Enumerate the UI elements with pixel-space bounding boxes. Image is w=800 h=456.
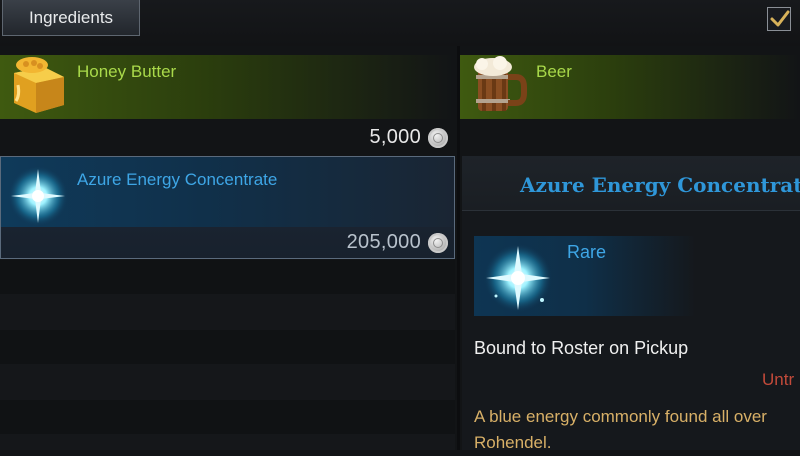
honey-butter-icon [14,57,64,113]
item-name: Honey Butter [77,62,177,81]
checkmark-icon [770,10,790,27]
list-item-azure-energy-concentrate[interactable]: Azure Energy Concentrate 205,000 [0,156,455,259]
tab-ingredients[interactable]: Ingredients [2,0,140,36]
top-bar: Ingredients [0,0,800,46]
filter-checkbox[interactable] [767,7,791,31]
tooltip-trade-status: Untr [762,370,795,389]
tooltip-binding: Bound to Roster on Pickup [474,338,689,358]
azure-energy-icon [8,166,68,226]
tooltip-rarity: Rare [567,242,607,262]
item-price: 205,000 [346,231,421,253]
tooltip-description: A blue energy commonly found all over Ro… [474,407,767,452]
item-name: Azure Energy Concentrate [77,170,278,189]
silver-coin-icon [428,128,448,148]
list-item-honey-butter[interactable]: Honey Butter 5,000 [0,55,455,153]
empty-list-area [0,260,455,450]
list-item-beer[interactable]: Beer [460,55,800,153]
tooltip-title: Azure Energy Concentrat [462,156,800,211]
silver-coin-icon [428,233,448,253]
azure-energy-icon [484,244,552,312]
beer-mug-icon [474,56,527,111]
item-price: 5,000 [369,126,421,148]
item-name: Beer [536,62,572,81]
item-tooltip: Azure Energy Concentrat Rare Bound to Ro… [462,156,800,452]
